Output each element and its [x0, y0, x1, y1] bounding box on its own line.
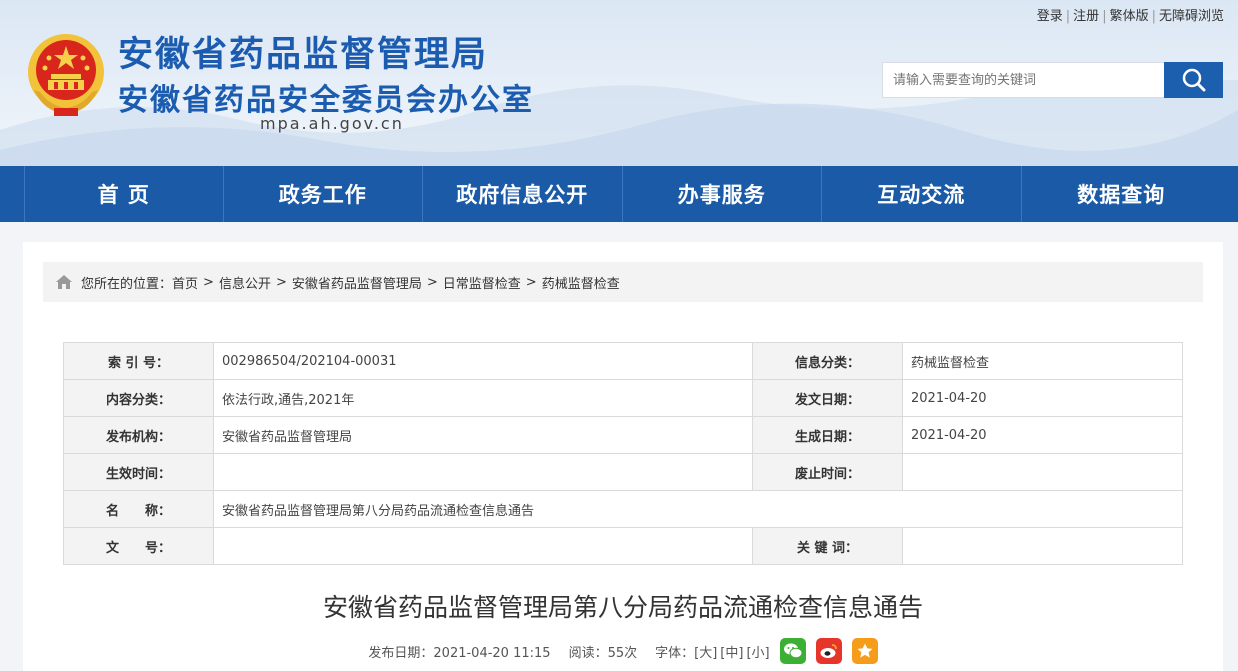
breadcrumb-item-bureau[interactable]: 安徽省药品监督管理局: [292, 273, 422, 292]
site-domain: mpa.ah.gov.cn: [260, 114, 404, 133]
toplink-divider: |: [1065, 9, 1071, 24]
wechat-icon[interactable]: [779, 638, 806, 664]
article-title: 安徽省药品监督管理局第八分局药品流通检查信息通告: [322, 593, 923, 622]
font-small-button[interactable]: [小]: [746, 642, 769, 661]
toplink-divider: |: [1102, 9, 1107, 24]
abolish-time-value: [902, 453, 1183, 491]
keywords-value: [902, 527, 1183, 565]
issue-date-value: 2021-04-20: [902, 379, 1183, 417]
nav-item-government-work[interactable]: 政务工作: [224, 166, 423, 222]
table-row: 名 称： 安徽省药品监督管理局第八分局药品流通检查信息通告: [63, 490, 1183, 528]
favorite-icon[interactable]: [851, 638, 878, 664]
category-value: 药械监督检查: [902, 342, 1183, 380]
name-value: 安徽省药品监督管理局第八分局药品流通检查信息通告: [213, 490, 1183, 528]
breadcrumb-item-home[interactable]: 首页: [172, 273, 198, 292]
breadcrumb-separator: >: [275, 274, 287, 290]
font-size-label: 字体：: [655, 645, 695, 661]
issue-date-label: 发文日期：: [752, 379, 903, 417]
font-medium-button[interactable]: [中]: [720, 642, 743, 661]
publish-date: 发布日期：2021-04-20 11:15: [368, 645, 551, 661]
register-link[interactable]: 注册: [1073, 9, 1099, 24]
nav-item-home[interactable]: 首 页: [24, 166, 224, 222]
traditional-chinese-link[interactable]: 繁体版: [1110, 9, 1149, 24]
publisher-label: 发布机构：: [63, 416, 214, 454]
breadcrumb-separator: >: [426, 274, 438, 290]
article-info: 发布日期：2021-04-20 11:15 阅读：55次 字体： [大] [中]…: [23, 638, 1223, 664]
nav-item-information-disclosure[interactable]: 政府信息公开: [423, 166, 623, 222]
breadcrumb-item-drug-device-inspection[interactable]: 药械监督检查: [542, 273, 620, 292]
table-row: 文 号： 关 键 词：: [63, 527, 1183, 565]
generated-date-value: 2021-04-20: [902, 416, 1183, 454]
font-large-button[interactable]: [大]: [694, 642, 717, 661]
name-label: 名 称：: [63, 490, 214, 528]
main-content: 您所在的位置： 首页 > 信息公开 > 安徽省药品监督管理局 > 日常监督检查 …: [23, 242, 1223, 671]
content-category-value: 依法行政,通告,2021年: [213, 379, 753, 417]
search-input[interactable]: [882, 62, 1164, 98]
table-row: 内容分类： 依法行政,通告,2021年 发文日期： 2021-04-20: [63, 379, 1183, 417]
publisher-value: 安徽省药品监督管理局: [213, 416, 753, 454]
content-category-label: 内容分类：: [63, 379, 214, 417]
weibo-icon[interactable]: [815, 638, 842, 664]
table-row: 生效时间： 废止时间：: [63, 453, 1183, 491]
national-emblem-icon: [28, 34, 104, 116]
breadcrumb-separator: >: [203, 274, 214, 290]
index-label: 索 引 号：: [63, 342, 214, 380]
home-icon: [55, 274, 73, 290]
breadcrumb-item-daily-supervision[interactable]: 日常监督检查: [443, 273, 521, 292]
index-value: 002986504/202104-00031: [213, 342, 753, 380]
nav-item-services[interactable]: 办事服务: [623, 166, 822, 222]
view-count: 阅读：55次: [568, 645, 638, 661]
site-title-main: 安徽省药品监督管理局: [118, 35, 489, 75]
site-header: 安徽省药品监督管理局 安徽省药品安全委员会办公室 mpa.ah.gov.cn 登…: [0, 0, 1238, 166]
top-links: 登录 | 注册 | 繁体版 | 无障碍浏览: [1037, 5, 1224, 24]
metadata-table: 索 引 号： 002986504/202104-00031 信息分类： 药械监督…: [63, 342, 1183, 565]
table-row: 发布机构： 安徽省药品监督管理局 生成日期： 2021-04-20: [63, 416, 1183, 454]
abolish-time-label: 废止时间：: [752, 453, 903, 491]
category-label: 信息分类：: [752, 342, 903, 380]
breadcrumb: 您所在的位置： 首页 > 信息公开 > 安徽省药品监督管理局 > 日常监督检查 …: [43, 262, 1203, 302]
breadcrumb-item-info-disclosure[interactable]: 信息公开: [219, 273, 271, 292]
toplink-divider: |: [1151, 9, 1156, 24]
main-nav: 首 页 政务工作 政府信息公开 办事服务 互动交流 数据查询: [0, 166, 1238, 222]
accessibility-link[interactable]: 无障碍浏览: [1159, 9, 1224, 24]
site-title-sub: 安徽省药品安全委员会办公室: [118, 83, 534, 118]
keywords-label: 关 键 词：: [752, 527, 903, 565]
effective-time-label: 生效时间：: [63, 453, 214, 491]
breadcrumb-separator: >: [525, 274, 537, 290]
table-row: 索 引 号： 002986504/202104-00031 信息分类： 药械监督…: [63, 342, 1183, 380]
generated-date-label: 生成日期：: [752, 416, 903, 454]
document-number-value: [213, 527, 753, 565]
breadcrumb-prefix: 您所在的位置：: [81, 276, 173, 292]
document-number-label: 文 号：: [63, 527, 214, 565]
nav-item-interaction[interactable]: 互动交流: [822, 166, 1022, 222]
nav-item-data-query[interactable]: 数据查询: [1022, 166, 1222, 222]
effective-time-value: [213, 453, 753, 491]
search-button[interactable]: [1164, 62, 1223, 98]
login-link[interactable]: 登录: [1037, 9, 1063, 24]
search-icon: [1182, 68, 1205, 92]
